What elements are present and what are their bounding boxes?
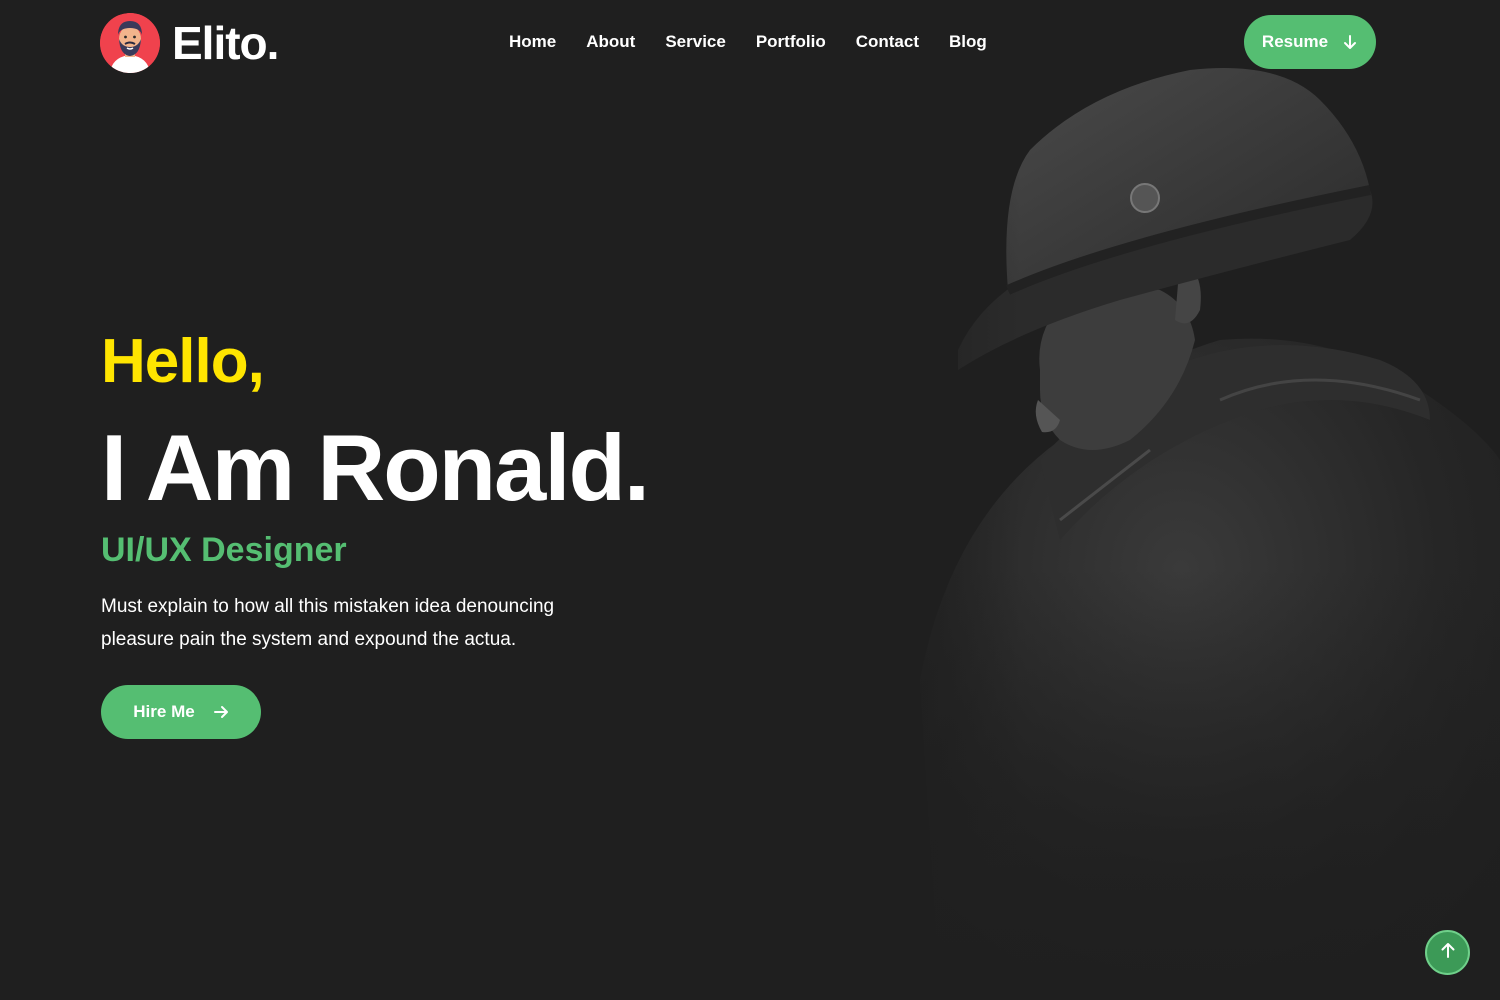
nav-item-about[interactable]: About bbox=[586, 30, 635, 54]
scroll-to-top-button[interactable] bbox=[1425, 930, 1470, 975]
nav-item-service[interactable]: Service bbox=[665, 30, 726, 54]
hero-name: I Am Ronald. bbox=[101, 415, 650, 520]
resume-button[interactable]: Resume bbox=[1244, 15, 1376, 69]
hero-role: UI/UX Designer bbox=[101, 531, 347, 569]
arrow-up-icon bbox=[1439, 941, 1457, 964]
nav-item-contact[interactable]: Contact bbox=[856, 30, 919, 54]
hire-me-button-label: Hire Me bbox=[133, 702, 195, 721]
arrow-right-icon bbox=[213, 704, 229, 720]
site-header: Elito. Home About Service Portfolio Cont… bbox=[0, 0, 1500, 86]
hero-description: Must explain to how all this mistaken id… bbox=[101, 596, 555, 650]
brand-name: Elito. bbox=[172, 17, 279, 69]
brand-logo[interactable]: Elito. bbox=[100, 12, 279, 74]
nav-item-blog[interactable]: Blog bbox=[949, 30, 987, 54]
main-nav: Home About Service Portfolio Contact Blo… bbox=[509, 30, 987, 54]
avatar-logo-icon bbox=[100, 13, 160, 73]
nav-item-home[interactable]: Home bbox=[509, 30, 556, 54]
hero-portrait-image bbox=[860, 40, 1500, 1000]
hire-me-button[interactable]: Hire Me bbox=[101, 685, 261, 739]
nav-item-portfolio[interactable]: Portfolio bbox=[756, 30, 826, 54]
hero-greeting: Hello, bbox=[101, 327, 265, 396]
resume-button-label: Resume bbox=[1261, 32, 1329, 51]
arrow-down-icon bbox=[1342, 34, 1358, 50]
